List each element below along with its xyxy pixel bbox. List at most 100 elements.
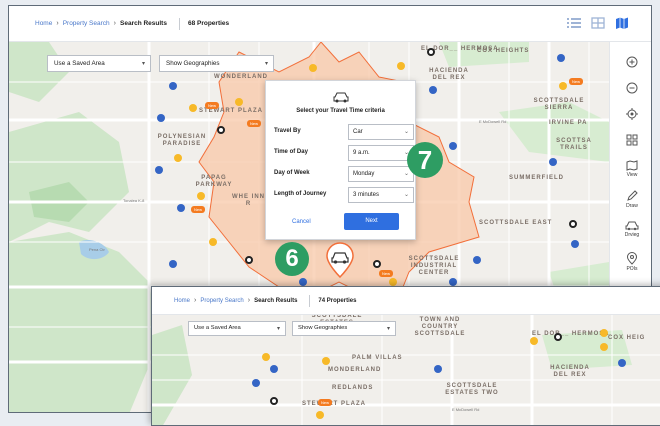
inset-label-town-country: TOWN AND COUNTRY SCOTTSDALE	[414, 317, 466, 337]
property-pin[interactable]	[373, 260, 381, 268]
chevron-down-icon: ⌄	[403, 171, 409, 177]
property-pin[interactable]	[299, 278, 307, 286]
map-fold-icon	[626, 160, 638, 171]
label-wonderland: WONDERLAND	[214, 74, 268, 80]
property-pin[interactable]	[554, 333, 562, 341]
inset-header-bar: Home › Property Search › Search Results …	[152, 287, 660, 315]
inset-breadcrumb-home[interactable]: Home	[174, 298, 190, 304]
property-pin[interactable]	[427, 48, 435, 56]
car-location-pin-icon[interactable]	[325, 242, 355, 278]
property-pin[interactable]	[189, 104, 197, 112]
locate-icon	[626, 108, 638, 120]
property-pin[interactable]	[217, 126, 225, 134]
time-of-day-select[interactable]: 9 a.m. ⌄	[348, 145, 414, 161]
new-tag: New	[191, 206, 206, 213]
pois-tool[interactable]: POIs	[610, 252, 651, 272]
property-pin[interactable]	[169, 260, 177, 268]
property-pin[interactable]	[174, 154, 182, 162]
property-pin[interactable]	[571, 240, 579, 248]
label-scottsdale-industrial: SCOTTSDALE INDUSTRIAL CENTER	[408, 256, 460, 276]
travel-by-select[interactable]: Car ⌄	[348, 124, 414, 140]
property-pin[interactable]	[569, 220, 577, 228]
breadcrumb-home[interactable]: Home	[35, 20, 52, 27]
inset-saved-area-dropdown[interactable]: Use a Saved Area ▾	[188, 321, 286, 336]
chevron-down-icon: ▾	[276, 326, 280, 332]
property-pin[interactable]	[557, 54, 565, 62]
new-tag: New	[247, 120, 262, 127]
property-pin[interactable]	[235, 98, 243, 106]
pois-tool-label: POIs	[626, 266, 638, 272]
property-pin[interactable]	[549, 158, 557, 166]
next-button[interactable]: Next	[344, 213, 399, 230]
property-pin[interactable]	[209, 238, 217, 246]
property-pin[interactable]	[177, 204, 185, 212]
property-pin[interactable]	[262, 353, 270, 361]
divider	[178, 17, 180, 30]
property-pin[interactable]	[245, 256, 253, 264]
day-of-week-select[interactable]: Monday ⌄	[348, 166, 414, 182]
property-pin[interactable]	[252, 379, 260, 387]
chevron-down-icon: ▾	[386, 326, 390, 332]
day-of-week-label: Day of Week	[274, 170, 310, 176]
view-switcher	[567, 17, 629, 29]
property-pin[interactable]	[449, 278, 457, 286]
property-pin[interactable]	[270, 397, 278, 405]
locate-button[interactable]	[610, 108, 651, 121]
property-pin[interactable]	[389, 278, 397, 286]
drive-time-tool[interactable]: Drvieg	[610, 220, 651, 238]
property-pin[interactable]	[157, 114, 165, 122]
journey-length-select[interactable]: 3 minutes ⌄	[348, 187, 414, 203]
property-pin[interactable]	[397, 62, 405, 70]
minus-icon	[626, 82, 638, 94]
time-of-day-row: Time of Day 9 a.m. ⌄	[274, 145, 414, 161]
property-pin[interactable]	[155, 166, 163, 174]
list-view-icon[interactable]	[567, 17, 581, 29]
map-view-icon[interactable]	[615, 17, 629, 29]
chevron-down-icon: ⌄	[403, 129, 409, 135]
zoom-in-button[interactable]	[610, 56, 651, 69]
property-pin[interactable]	[559, 82, 567, 90]
property-pin[interactable]	[434, 365, 442, 373]
property-pin[interactable]	[530, 337, 538, 345]
draw-tool[interactable]: Draw	[610, 190, 651, 209]
modal-title: Select your Travel Time criteria	[296, 108, 385, 114]
property-pin[interactable]	[322, 357, 330, 365]
chevron-down-icon: ▾	[264, 61, 268, 67]
property-pin[interactable]	[449, 142, 457, 150]
label-wher-inn: WHE INN R	[232, 194, 265, 207]
property-pin[interactable]	[309, 64, 317, 72]
property-pin[interactable]	[270, 365, 278, 373]
cancel-button[interactable]: Cancel	[292, 219, 311, 225]
label-stewart-plaza: STEWART PLAZA	[199, 108, 263, 114]
inset-breadcrumb-property-search[interactable]: Property Search	[200, 298, 243, 304]
chevron-right-icon: ›	[194, 297, 197, 304]
inset-geographies-dropdown[interactable]: Show Geographies ▾	[292, 321, 396, 336]
breadcrumb-property-search[interactable]: Property Search	[63, 20, 110, 27]
time-of-day-label: Time of Day	[274, 149, 308, 155]
property-pin[interactable]	[618, 359, 626, 367]
property-pin[interactable]	[429, 86, 437, 94]
inset-map-canvas[interactable]: SCOTTSDALE ESTATES TOWN AND COUNTRY SCOT…	[152, 315, 660, 425]
property-pin[interactable]	[316, 411, 324, 419]
property-pin[interactable]	[473, 256, 481, 264]
property-pin[interactable]	[600, 343, 608, 351]
property-pin[interactable]	[600, 329, 608, 337]
layers-button[interactable]	[610, 134, 651, 147]
journey-length-value: 3 minutes	[353, 192, 380, 198]
label-hacienda: HACIENDA DEL REX	[429, 68, 469, 81]
label-summerfield: SUMMERFIELD	[509, 175, 564, 181]
view-tool[interactable]: View	[610, 160, 651, 178]
inset-label-monderland: MONDERLAND	[328, 367, 382, 373]
saved-area-dropdown[interactable]: Use a Saved Area ▾	[47, 55, 151, 72]
property-pin[interactable]	[169, 82, 177, 90]
property-pin[interactable]	[197, 192, 205, 200]
map-pin-icon	[626, 252, 638, 265]
inset-saved-area-value: Use a Saved Area	[194, 325, 241, 331]
grid-view-icon[interactable]	[591, 17, 605, 29]
geographies-dropdown[interactable]: Show Geographies ▾	[159, 55, 274, 72]
inset-label-cox-heig: COX HEIG	[608, 335, 646, 341]
chevron-right-icon: ›	[247, 297, 251, 304]
zoom-out-button[interactable]	[610, 82, 651, 95]
day-of-week-row: Day of Week Monday ⌄	[274, 166, 414, 182]
label-papago: PAPAG PARKWAY	[195, 175, 233, 188]
